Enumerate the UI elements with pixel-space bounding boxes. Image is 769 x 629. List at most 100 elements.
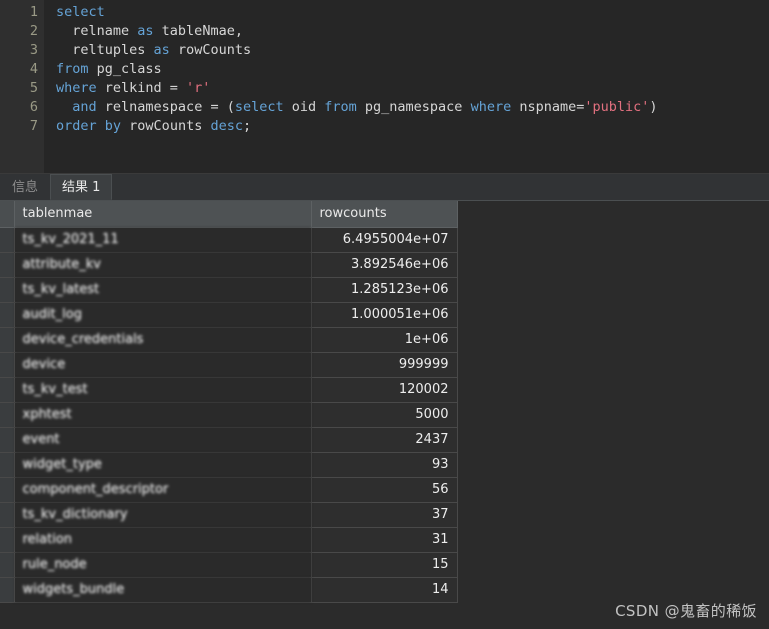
tab-info[interactable]: 信息: [0, 174, 50, 200]
table-row[interactable]: ts_kv_2021_11 6.4955004e+07: [0, 227, 458, 253]
table-row[interactable]: ts_kv_latest 1.285123e+06: [0, 277, 458, 303]
code-token-id: relnamespace = (: [96, 99, 235, 115]
cell-tablenmae[interactable]: attribute_kv: [14, 252, 312, 278]
table-row[interactable]: event 2437: [0, 427, 458, 453]
cell-tablenmae[interactable]: rule_node: [14, 552, 312, 578]
code-line[interactable]: select: [56, 3, 769, 22]
row-selector-cell[interactable]: [0, 427, 15, 453]
table-row[interactable]: ts_kv_dictionary 37: [0, 502, 458, 528]
code-token-id: pg_namespace: [356, 99, 471, 115]
cell-rowcounts[interactable]: 3.892546e+06: [311, 252, 458, 278]
sql-code-area[interactable]: select relname as tableNmae, reltuples a…: [44, 0, 769, 173]
cell-rowcounts[interactable]: 15: [311, 552, 458, 578]
code-token-id: pg_class: [88, 61, 162, 77]
cell-rowcounts[interactable]: 14: [311, 577, 458, 603]
row-selector-cell[interactable]: [0, 302, 15, 328]
code-token-kw: where: [470, 99, 512, 115]
code-line[interactable]: relname as tableNmae,: [56, 22, 769, 41]
row-selector-cell[interactable]: [0, 327, 15, 353]
table-row[interactable]: attribute_kv 3.892546e+06: [0, 252, 458, 278]
table-row[interactable]: device 999999: [0, 352, 458, 378]
code-token-kw: as: [153, 42, 170, 58]
table-row[interactable]: device_credentials 1e+06: [0, 327, 458, 353]
cell-tablenmae[interactable]: ts_kv_dictionary: [14, 502, 312, 528]
cell-rowcounts[interactable]: 999999: [311, 352, 458, 378]
result-grid[interactable]: tablenmae rowcounts ts_kv_2021_11 6.49550…: [0, 201, 458, 603]
code-line[interactable]: and relnamespace = (select oid from pg_n…: [56, 98, 769, 117]
row-selector-cell[interactable]: [0, 452, 15, 478]
cell-rowcounts[interactable]: 6.4955004e+07: [311, 227, 458, 253]
result-grid-header: tablenmae rowcounts: [0, 201, 458, 228]
code-token-id: reltuples: [56, 42, 154, 58]
cell-tablenmae[interactable]: xphtest: [14, 402, 312, 428]
row-selector-cell[interactable]: [0, 552, 15, 578]
code-token-id: relkind =: [96, 80, 187, 96]
table-row[interactable]: rule_node 15: [0, 552, 458, 578]
table-row[interactable]: ts_kv_test 120002: [0, 377, 458, 403]
table-row[interactable]: audit_log 1.000051e+06: [0, 302, 458, 328]
cell-tablenmae[interactable]: ts_kv_2021_11: [14, 227, 312, 253]
cell-tablenmae[interactable]: ts_kv_latest: [14, 277, 312, 303]
line-number: 2: [29, 23, 38, 39]
table-row[interactable]: xphtest 5000: [0, 402, 458, 428]
cell-tablenmae[interactable]: audit_log: [14, 302, 312, 328]
column-header-rowcounts[interactable]: rowcounts: [311, 201, 458, 228]
tab-result[interactable]: 结果 1: [50, 174, 113, 200]
code-line[interactable]: where relkind = 'r': [56, 79, 769, 98]
row-selector-cell[interactable]: [0, 527, 15, 553]
result-grid-body[interactable]: ts_kv_2021_11 6.4955004e+07 attribute_kv 3.…: [0, 227, 458, 603]
column-header-tablenmae[interactable]: tablenmae: [14, 201, 312, 228]
cell-tablenmae[interactable]: component_descriptor: [14, 477, 312, 503]
row-selector-cell[interactable]: [0, 402, 15, 428]
row-selector-cell[interactable]: [0, 502, 15, 528]
code-token-kw: desc: [210, 118, 243, 134]
row-selector-cell[interactable]: [0, 377, 15, 403]
row-selector-cell[interactable]: [0, 577, 15, 603]
code-token-id: nspname=: [511, 99, 585, 115]
cell-tablenmae[interactable]: widgets_bundle: [14, 577, 312, 603]
code-token-id: rowCounts: [121, 118, 211, 134]
result-grid-panel[interactable]: tablenmae rowcounts ts_kv_2021_11 6.49550…: [0, 201, 769, 629]
cell-rowcounts[interactable]: 1.285123e+06: [311, 277, 458, 303]
row-selector-cell[interactable]: [0, 352, 15, 378]
code-token-id: ;: [242, 118, 252, 134]
row-selector-cell[interactable]: [0, 477, 15, 503]
table-row[interactable]: component_descriptor 56: [0, 477, 458, 503]
cell-tablenmae[interactable]: widget_type: [14, 452, 312, 478]
code-line[interactable]: reltuples as rowCounts: [56, 41, 769, 60]
code-token-kw: from: [56, 61, 89, 77]
code-line[interactable]: order by rowCounts desc;: [56, 117, 769, 136]
cell-rowcounts[interactable]: 1.000051e+06: [311, 302, 458, 328]
header-row: tablenmae rowcounts: [0, 201, 458, 228]
code-token-kw: order: [56, 118, 97, 134]
cell-rowcounts[interactable]: 5000: [311, 402, 458, 428]
code-token-kw: select: [56, 4, 105, 20]
row-selector-cell[interactable]: [0, 227, 15, 253]
sql-client-window: 1234567 select relname as tableNmae, rel…: [0, 0, 769, 629]
cell-rowcounts[interactable]: 2437: [311, 427, 458, 453]
watermark-text: CSDN @鬼畜的稀饭: [615, 602, 757, 620]
table-row[interactable]: relation 31: [0, 527, 458, 553]
line-number: 3: [29, 42, 38, 58]
code-token-id: rowCounts: [169, 42, 252, 58]
cell-rowcounts[interactable]: 120002: [311, 377, 458, 403]
row-selector-header[interactable]: [0, 201, 15, 228]
code-token-id: oid: [283, 99, 325, 115]
sql-editor[interactable]: 1 2 3 4 5 6 7 select relname as tableNmae, rel…: [0, 0, 769, 173]
cell-tablenmae[interactable]: relation: [14, 527, 312, 553]
cell-tablenmae[interactable]: event: [14, 427, 312, 453]
table-row[interactable]: widgets_bundle 14: [0, 577, 458, 603]
cell-tablenmae[interactable]: device: [14, 352, 312, 378]
cell-rowcounts[interactable]: 56: [311, 477, 458, 503]
row-selector-cell[interactable]: [0, 252, 15, 278]
cell-rowcounts[interactable]: 93: [311, 452, 458, 478]
cell-rowcounts[interactable]: 31: [311, 527, 458, 553]
code-line[interactable]: from pg_class: [56, 60, 769, 79]
table-row[interactable]: widget_type 93: [0, 452, 458, 478]
cell-tablenmae[interactable]: device_credentials: [14, 327, 312, 353]
cell-rowcounts[interactable]: 1e+06: [311, 327, 458, 353]
cell-rowcounts[interactable]: 37: [311, 502, 458, 528]
row-selector-cell[interactable]: [0, 277, 15, 303]
cell-tablenmae[interactable]: ts_kv_test: [14, 377, 312, 403]
code-token-id: ): [649, 99, 658, 115]
